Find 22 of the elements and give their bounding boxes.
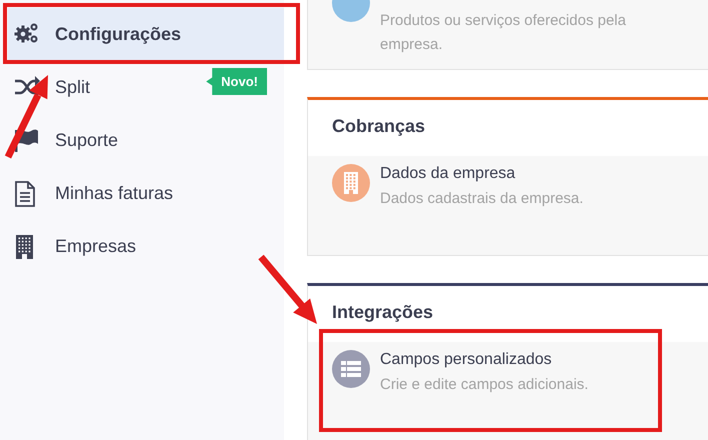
sidebar-item[interactable]: Minhas faturas (8, 167, 284, 220)
item-description: Dados cadastrais da empresa. (380, 189, 584, 209)
item-title: Dados da empresa (380, 164, 516, 184)
card-title: Cobranças (331, 115, 426, 138)
sidebar-item[interactable]: Empresas (8, 220, 284, 273)
sidebar-item[interactable]: Configurações (8, 8, 284, 60)
item-description: Crie e edite campos adicionais. (380, 375, 588, 395)
sidebar-item[interactable]: Split (8, 61, 206, 114)
new-badge: Novo! (206, 68, 267, 95)
item-description: Produtos ou serviços oferecidos pela empresa. (380, 11, 627, 55)
sidebar-item-label: Configurações (55, 24, 182, 44)
sidebar-item-label: Suporte (55, 130, 118, 151)
sidebar-item-label: Empresas (55, 236, 136, 257)
settings-item[interactable]: Dados da empresa Dados cadastrais da empresa. (308, 156, 708, 255)
item-title: Campos personalizados (380, 350, 553, 370)
sidebar-item[interactable]: Suporte (8, 114, 284, 167)
card-title: Integrações (331, 301, 434, 324)
pointer-arrow (258, 254, 317, 324)
settings-item[interactable]: Campos personalizados Crie e edite campos adicionais. (308, 342, 708, 440)
sidebar-item-label: Split (55, 77, 90, 98)
sidebar-item-label: Minhas faturas (55, 183, 174, 204)
flag-icon (14, 128, 40, 154)
